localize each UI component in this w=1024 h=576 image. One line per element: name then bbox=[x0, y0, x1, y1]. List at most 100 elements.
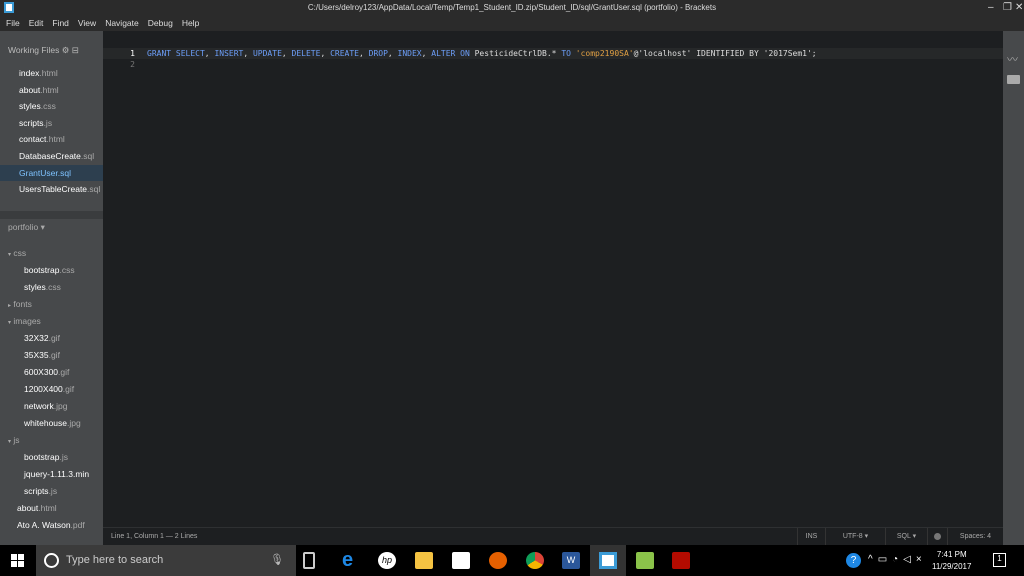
insert-mode-toggle[interactable]: INS bbox=[797, 528, 825, 546]
code-token: INSERT bbox=[214, 49, 244, 58]
project-dropdown[interactable]: portfolio ▾ bbox=[0, 219, 103, 235]
firefox-icon[interactable] bbox=[489, 552, 507, 569]
code-token: , bbox=[421, 49, 432, 58]
restore-button[interactable]: ❐ bbox=[1003, 0, 1012, 15]
line-number: 2 bbox=[130, 60, 135, 69]
cortana-icon bbox=[44, 553, 59, 568]
system-tray-icons[interactable]: ^▭◔◁× bbox=[868, 554, 927, 565]
menu-help[interactable]: Help bbox=[182, 15, 199, 31]
edge-icon[interactable]: e bbox=[342, 550, 360, 570]
menu-navigate[interactable]: Navigate bbox=[105, 15, 139, 31]
notepad-plus-icon[interactable] bbox=[636, 552, 654, 569]
working-file-item[interactable]: contact.html bbox=[0, 131, 103, 147]
word-icon[interactable]: W bbox=[562, 552, 580, 569]
chevron-down-icon[interactable]: ▾ bbox=[8, 320, 11, 326]
tree-file[interactable]: styles.css bbox=[0, 279, 103, 295]
code-token: DELETE bbox=[291, 49, 321, 58]
sidebar: Working Files ⚙ ⊟ index.html about.html st… bbox=[0, 31, 103, 545]
working-file-item[interactable]: DatabaseCreate.sql bbox=[0, 148, 103, 164]
working-file-item[interactable]: index.html bbox=[0, 65, 103, 81]
help-tray-icon[interactable]: ? bbox=[846, 553, 861, 568]
encoding-select[interactable]: UTF-8 ▾ bbox=[825, 528, 885, 546]
code-line[interactable]: 2 bbox=[103, 59, 1003, 70]
tree-file[interactable]: 35X35.gif bbox=[0, 347, 103, 363]
extension-manager-icon[interactable] bbox=[1007, 75, 1020, 84]
tree-file[interactable]: network.jpg bbox=[0, 398, 103, 414]
tree-file[interactable]: whitehouse.jpg bbox=[0, 415, 103, 431]
notifications-icon[interactable]: 1 bbox=[993, 553, 1006, 567]
code-token: , bbox=[358, 49, 369, 58]
right-toolbar: 〰 bbox=[1003, 31, 1024, 545]
code-token: CREATE bbox=[330, 49, 359, 58]
code-token: PesticideCtrlDB.* bbox=[469, 49, 562, 58]
code-token: UPDATE bbox=[252, 49, 282, 58]
linter-status-icon[interactable] bbox=[927, 528, 947, 546]
taskbar: Type here to search 🎙 e hp W ? ^▭◔◁× 7:41… bbox=[0, 545, 1024, 576]
code-token: , bbox=[281, 49, 292, 58]
microphone-icon[interactable]: 🎙 bbox=[270, 545, 284, 576]
code-token: GRANT SELECT bbox=[147, 49, 205, 58]
tree-folder[interactable]: ▾ js bbox=[0, 432, 103, 448]
code-token: ALTER ON bbox=[431, 49, 470, 58]
tree-file[interactable]: about.html bbox=[0, 500, 103, 516]
task-view-icon[interactable] bbox=[303, 552, 315, 569]
menu-debug[interactable]: Debug bbox=[148, 15, 173, 31]
tree-file[interactable]: bootstrap.js bbox=[0, 449, 103, 465]
working-files-header: Working Files ⚙ ⊟ bbox=[8, 45, 79, 55]
brackets-app-icon bbox=[4, 2, 14, 13]
code-token: , bbox=[204, 49, 215, 58]
menu-file[interactable]: File bbox=[6, 15, 20, 31]
working-file-item[interactable]: scripts.js bbox=[0, 115, 103, 131]
working-file-item[interactable]: GrantUser.sql bbox=[0, 164, 103, 181]
tree-folder[interactable]: ▸ fonts bbox=[0, 296, 103, 312]
tree-file[interactable]: scripts.js bbox=[0, 483, 103, 499]
tree-file[interactable]: Ato A. Watson.pdf bbox=[0, 517, 103, 533]
chevron-down-icon[interactable]: ▾ bbox=[8, 439, 11, 445]
working-file-item[interactable]: UsersTableCreate.sql bbox=[0, 181, 103, 197]
store-icon[interactable] bbox=[452, 552, 470, 569]
brackets-taskbar-button[interactable] bbox=[590, 545, 626, 576]
divider bbox=[0, 211, 103, 219]
menu-find[interactable]: Find bbox=[52, 15, 69, 31]
line-number: 1 bbox=[130, 49, 135, 58]
menu-bar: File Edit Find View Navigate Debug Help bbox=[0, 15, 1024, 31]
code-editor[interactable]: 1 GRANT SELECT, INSERT, UPDATE, DELETE, C… bbox=[103, 40, 1003, 527]
working-file-item[interactable]: about.html bbox=[0, 82, 103, 98]
menu-view[interactable]: View bbox=[78, 15, 96, 31]
code-token: TO bbox=[561, 49, 571, 58]
taskbar-search[interactable]: Type here to search 🎙 bbox=[36, 545, 296, 576]
tree-file[interactable]: bootstrap.css bbox=[0, 262, 103, 278]
split-view-icon[interactable]: ⊟ bbox=[72, 45, 79, 55]
tree-file[interactable]: 32X32.gif bbox=[0, 330, 103, 346]
gear-icon[interactable]: ⚙ bbox=[62, 45, 70, 55]
code-token: , bbox=[320, 49, 331, 58]
tree-folder[interactable]: ▾ images bbox=[0, 313, 103, 329]
clock[interactable]: 7:41 PM 11/29/2017 bbox=[932, 549, 971, 573]
working-file-item[interactable]: styles.css bbox=[0, 98, 103, 114]
windows-start-icon[interactable] bbox=[11, 554, 24, 567]
tree-file[interactable]: 1200X400.gif bbox=[0, 381, 103, 397]
menu-edit[interactable]: Edit bbox=[29, 15, 44, 31]
tree-file[interactable]: jquery-1.11.3.min bbox=[0, 466, 103, 482]
status-bar: Line 1, Column 1 — 2 Lines INS UTF-8 ▾ S… bbox=[103, 527, 1003, 546]
file-explorer-icon[interactable] bbox=[415, 552, 433, 569]
chrome-icon[interactable] bbox=[526, 552, 544, 569]
tree-file[interactable]: 600X300.gif bbox=[0, 364, 103, 380]
language-select[interactable]: SQL ▾ bbox=[885, 528, 927, 546]
live-preview-icon[interactable]: 〰 bbox=[1007, 51, 1018, 67]
minimize-button[interactable]: – bbox=[988, 0, 994, 15]
window-title: C:/Users/delroy123/AppData/Local/Temp/Te… bbox=[307, 3, 717, 12]
acrobat-icon[interactable] bbox=[672, 552, 690, 569]
code-token: , bbox=[387, 49, 398, 58]
code-token: INDEX bbox=[397, 49, 422, 58]
chevron-down-icon[interactable]: ▾ bbox=[8, 252, 11, 258]
code-line[interactable]: 1 GRANT SELECT, INSERT, UPDATE, DELETE, C… bbox=[103, 48, 1003, 59]
chevron-right-icon[interactable]: ▸ bbox=[8, 303, 11, 309]
code-token: DROP bbox=[368, 49, 388, 58]
code-token: 'comp2190SA' bbox=[575, 49, 634, 58]
indent-spaces[interactable]: Spaces: 4 bbox=[947, 528, 1003, 546]
hp-icon[interactable]: hp bbox=[378, 552, 396, 569]
close-button[interactable]: ✕ bbox=[1015, 0, 1023, 15]
code-token: , bbox=[243, 49, 253, 58]
tree-folder[interactable]: ▾ css bbox=[0, 245, 103, 261]
